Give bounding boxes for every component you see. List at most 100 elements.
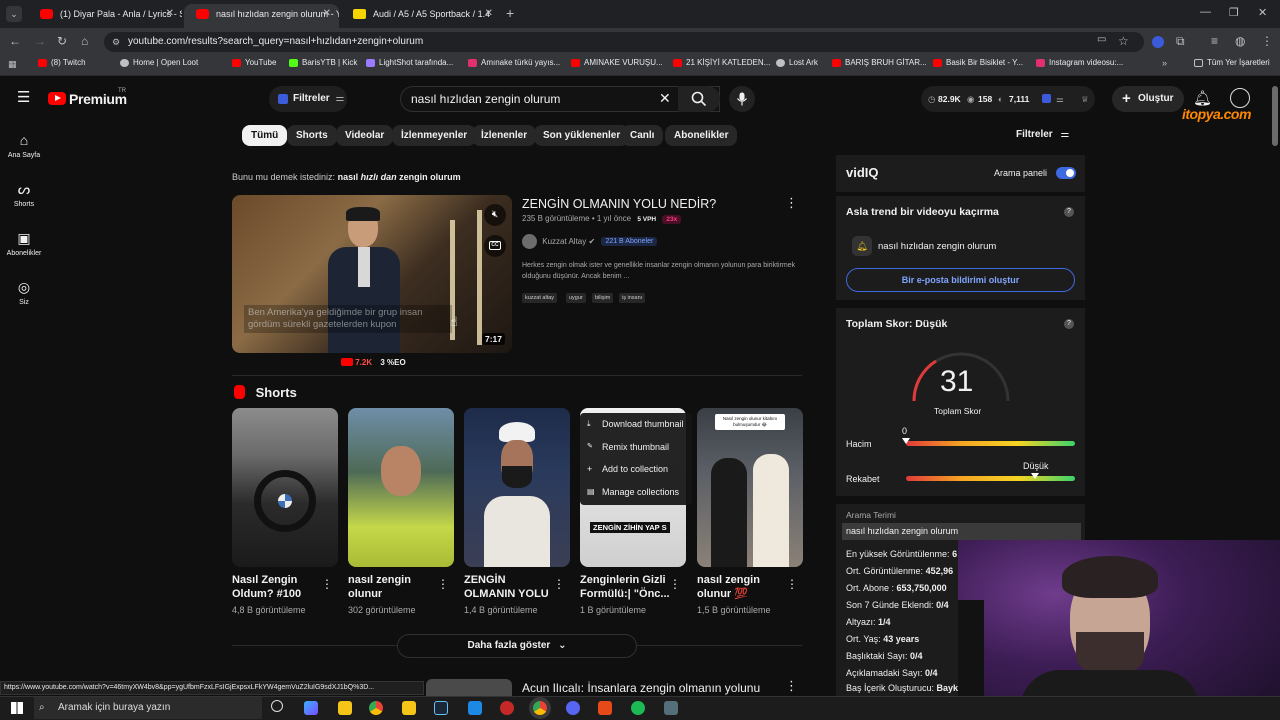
search-input[interactable]: nasıl hızlıdan zengin olurum bbox=[400, 86, 720, 112]
short-title[interactable]: nasıl zengin olunur 💯 bbox=[697, 573, 789, 601]
close-tab-icon[interactable]: ✕ bbox=[323, 4, 331, 24]
info-icon[interactable]: ? bbox=[1064, 319, 1074, 329]
search-button[interactable] bbox=[678, 86, 720, 112]
create-button[interactable]: + Oluştur bbox=[1112, 86, 1184, 112]
short-menu-icon[interactable]: ⋮ bbox=[669, 577, 681, 591]
spotify-icon[interactable] bbox=[631, 701, 645, 715]
info-icon[interactable]: ? bbox=[1064, 207, 1074, 217]
new-tab-button[interactable]: + bbox=[506, 5, 514, 21]
short-title[interactable]: ZENGİN OLMANIN YOLU bbox=[464, 573, 556, 601]
tab-search-button[interactable]: ⌄ bbox=[6, 6, 22, 22]
apps-grid-icon[interactable]: ▦ bbox=[8, 59, 17, 70]
video-menu-icon[interactable]: ⋮ bbox=[785, 195, 798, 211]
close-window-icon[interactable]: ✕ bbox=[1258, 6, 1267, 19]
filters-button[interactable]: Filtreler ⚌ bbox=[1016, 129, 1069, 140]
guide-shorts[interactable]: ᔕ Shorts bbox=[0, 180, 48, 208]
file-explorer-icon[interactable] bbox=[402, 701, 416, 715]
chip-recently-uploaded[interactable]: Son yüklenenler bbox=[534, 125, 630, 146]
bookmark-item[interactable]: AMINAKE VURUŞU... bbox=[571, 58, 663, 67]
menu-item-remix-thumbnail[interactable]: ✎ Remix thumbnail bbox=[580, 442, 692, 452]
vidiq-extension-icon[interactable] bbox=[1152, 36, 1164, 48]
chip-videos[interactable]: Videolar bbox=[336, 125, 394, 146]
hamburger-menu-icon[interactable]: ☰ bbox=[17, 90, 30, 106]
restore-icon[interactable]: ❐ bbox=[1229, 6, 1239, 19]
browser-tab[interactable]: Audi / A5 / A5 Sportback / 1.4 ✕ bbox=[341, 4, 501, 28]
channel-avatar[interactable] bbox=[522, 234, 537, 249]
video-thumbnail[interactable]: 🔇︎ CC Ben Amerika'ya geldiğimde bir grup… bbox=[232, 195, 512, 353]
menu-item-add-to-collection[interactable]: + Add to collection bbox=[580, 464, 692, 474]
discord-icon[interactable] bbox=[566, 701, 580, 715]
bookmark-item[interactable]: (8) Twitch bbox=[38, 58, 86, 67]
bookmark-item[interactable]: Lost Ark bbox=[776, 58, 818, 67]
short-menu-icon[interactable]: ⋮ bbox=[437, 577, 449, 591]
chip-watched[interactable]: İzlenenler bbox=[472, 125, 537, 146]
bookmark-item[interactable]: Basik Bir Bisiklet - Y... bbox=[933, 58, 1023, 67]
guide-you[interactable]: ◎ Siz bbox=[0, 278, 48, 306]
bookmark-item[interactable]: BarisYTB | Kick bbox=[289, 58, 357, 67]
all-bookmarks-folder[interactable]: Tüm Yer İşaretleri bbox=[1194, 58, 1270, 67]
extensions-icon[interactable]: ⧉ bbox=[1176, 34, 1185, 49]
bookmark-item[interactable]: YouTube bbox=[232, 58, 276, 67]
chip-shorts[interactable]: Shorts bbox=[287, 125, 337, 146]
chip-all[interactable]: Tümü bbox=[242, 125, 288, 146]
next-video-menu-icon[interactable]: ⋮ bbox=[785, 678, 798, 694]
more-bookmarks-icon[interactable]: » bbox=[1162, 58, 1167, 68]
app-icon[interactable] bbox=[598, 701, 612, 715]
short-thumbnail[interactable] bbox=[348, 408, 454, 567]
account-avatar[interactable] bbox=[1230, 88, 1250, 108]
copilot-icon[interactable] bbox=[304, 701, 318, 715]
chip-subscriptions[interactable]: Abonelikler bbox=[665, 125, 738, 146]
youtube-logo-icon[interactable] bbox=[48, 92, 66, 105]
short-title[interactable]: Zenginlerin Gizli Formülü:| "Önc... bbox=[580, 573, 672, 601]
chip-live[interactable]: Canlı bbox=[621, 125, 664, 146]
vidiq-stats-bar[interactable]: ◷ 82.9K ◉ 158 ◐ 7,111 ⚌ ♕ bbox=[921, 86, 1095, 112]
calculator-icon[interactable] bbox=[664, 701, 678, 715]
short-menu-icon[interactable]: ⋮ bbox=[553, 577, 565, 591]
back-icon[interactable]: ← bbox=[9, 34, 21, 48]
video-tag[interactable]: uygur bbox=[566, 293, 586, 303]
site-info-icon[interactable]: ⚙ bbox=[112, 32, 120, 52]
menu-item-manage-collections[interactable]: ▤ Manage collections bbox=[580, 487, 692, 497]
minimize-icon[interactable]: — bbox=[1200, 6, 1211, 18]
browser-tab[interactable]: (1) Diyar Pala - Anla / Lyrics - S ✕ bbox=[28, 4, 182, 28]
chip-unwatched[interactable]: İzlenmeyenler bbox=[392, 125, 477, 146]
video-tag[interactable]: iş insanı bbox=[619, 293, 646, 303]
bookmark-item[interactable]: Home | Open Loot bbox=[120, 58, 198, 67]
close-tab-icon[interactable]: ✕ bbox=[166, 4, 174, 24]
show-more-button[interactable]: Daha fazla göster ⌄ bbox=[397, 634, 637, 658]
chrome-active-icon[interactable] bbox=[533, 701, 547, 715]
windows-start-icon[interactable] bbox=[11, 702, 23, 714]
video-title[interactable]: ZENGİN OLMANIN YOLU NEDİR? bbox=[522, 197, 716, 211]
short-title[interactable]: Nasıl Zengin Oldum? #100 bbox=[232, 573, 324, 601]
guide-subscriptions[interactable]: ▣ Abonelikler bbox=[0, 229, 48, 257]
create-email-alert-button[interactable]: Bir e-posta bildirimi oluştur bbox=[846, 268, 1075, 292]
search-panel-toggle[interactable] bbox=[1056, 167, 1076, 179]
bookmark-item[interactable]: BARIŞ BRUH GİTAR... bbox=[832, 58, 927, 67]
address-bar[interactable]: ⚙ youtube.com/results?search_query=nasıl… bbox=[104, 32, 1144, 52]
next-video-thumbnail[interactable] bbox=[426, 679, 512, 696]
close-tab-icon[interactable]: ✕ bbox=[485, 4, 493, 24]
menu-item-download-thumbnail[interactable]: ⤓ Download thumbnail bbox=[580, 419, 692, 429]
browser-menu-icon[interactable]: ⋮ bbox=[1261, 34, 1273, 48]
bookmark-star-icon[interactable]: ☆ bbox=[1118, 34, 1129, 48]
did-you-mean-link[interactable]: nasıl hızlı dan zengin olurum bbox=[338, 172, 461, 182]
short-menu-icon[interactable]: ⋮ bbox=[321, 577, 333, 591]
browser-tab-active[interactable]: nasıl hızlıdan zengin olurum - Y ✕ bbox=[184, 4, 339, 28]
bookmark-item[interactable]: LightShot tarafında... bbox=[366, 58, 453, 67]
install-app-icon[interactable]: ▭ bbox=[1097, 34, 1106, 45]
mute-button[interactable]: 🔇︎ bbox=[484, 204, 506, 226]
page-scrollbar[interactable] bbox=[1272, 86, 1278, 146]
video-tag[interactable]: bilişim bbox=[592, 293, 614, 303]
video-tag[interactable]: kuzzat altay bbox=[522, 293, 558, 303]
home-icon[interactable]: ⌂ bbox=[81, 34, 88, 48]
voice-search-button[interactable] bbox=[729, 86, 755, 112]
app-icon[interactable] bbox=[468, 701, 482, 715]
bookmark-item[interactable]: 21 KİŞİYİ KATLEDEN... bbox=[673, 58, 770, 67]
vidiq-filters-button[interactable]: Filtreler ⚌ bbox=[269, 86, 347, 112]
media-controls-icon[interactable]: ≡ bbox=[1211, 34, 1218, 48]
captions-button[interactable]: CC bbox=[484, 235, 506, 257]
short-title[interactable]: nasıl zengin olunur bbox=[348, 573, 440, 601]
profile-avatar-icon[interactable]: ◍ bbox=[1235, 34, 1245, 48]
bookmark-item[interactable]: Amınake türkü yayıs... bbox=[468, 58, 560, 67]
taskbar-search[interactable]: ⌕ Aramak için buraya yazın bbox=[34, 697, 262, 719]
